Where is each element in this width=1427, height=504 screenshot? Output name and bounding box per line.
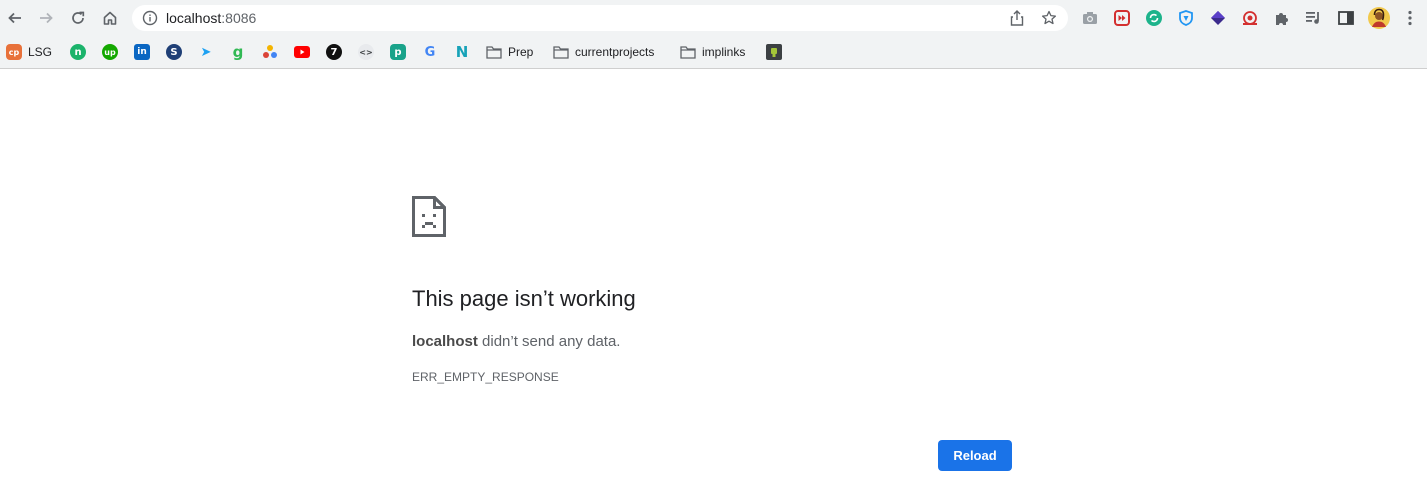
sidepanel-icon (1338, 11, 1354, 25)
dark-gem-icon (1211, 11, 1225, 25)
share-button[interactable] (1008, 9, 1026, 27)
url-port: :8086 (221, 10, 257, 26)
bookmark-upwork[interactable]: up (102, 42, 118, 62)
bookmark-linkedin[interactable]: in (134, 42, 150, 62)
n-green-icon: n (70, 44, 86, 60)
back-button[interactable] (1, 4, 29, 32)
bookmark-g-green[interactable]: g (230, 42, 246, 62)
bookmark-seven[interactable]: 7 (326, 42, 342, 62)
bookmark-google[interactable]: G (422, 42, 438, 62)
error-code: ERR_EMPTY_RESPONSE (412, 370, 559, 384)
url-host: localhost (166, 10, 222, 26)
side-panel-button[interactable] (1336, 8, 1356, 28)
target-ext-icon (1243, 11, 1257, 25)
url-text[interactable]: localhost:8086 (166, 10, 256, 26)
forward-button[interactable] (32, 4, 60, 32)
swirl-icon: S (166, 44, 182, 60)
bookmark-youtube[interactable] (294, 42, 310, 62)
bookmark-label: currentprojects (575, 45, 655, 59)
home-button[interactable] (96, 4, 124, 32)
bookmarks-bar: cp LSG n up in S ➤ g 7 <> p G N Prep cur… (0, 36, 1427, 69)
browser-menu-button[interactable] (1400, 8, 1420, 28)
upwork-icon: up (102, 44, 118, 60)
bookmark-n[interactable]: N (454, 42, 470, 62)
bookmark-lsg[interactable]: cp LSG (6, 42, 52, 62)
error-message: didn’t send any data. (477, 333, 621, 350)
n-teal-icon: N (455, 43, 469, 61)
forward-icon (40, 12, 53, 24)
bookmark-star-icon (1041, 10, 1057, 25)
code-icon: <> (358, 44, 374, 60)
linkedin-icon: in (134, 44, 150, 60)
dark-ext-button[interactable] (1208, 8, 1228, 28)
bookmark-android[interactable] (766, 42, 782, 62)
google-icon: G (424, 44, 436, 60)
bookmark-label: LSG (28, 45, 53, 59)
media-ext-icon (1114, 10, 1130, 26)
reload-button[interactable] (64, 4, 92, 32)
bookmark-folder-prep[interactable]: Prep (486, 42, 533, 62)
youtube-icon (294, 46, 310, 58)
error-host: localhost (412, 333, 478, 350)
sad-page-icon (412, 196, 446, 237)
browser-toolbar: localhost:8086 (0, 0, 1427, 36)
vpn-ext-button[interactable] (1176, 8, 1196, 28)
folder-icon (680, 46, 696, 59)
lsg-icon: cp (6, 44, 22, 60)
bookmark-star-button[interactable] (1040, 9, 1058, 27)
refresh-ext-icon (1146, 10, 1162, 26)
bookmark-code[interactable]: <> (358, 42, 374, 62)
target-ext-button[interactable] (1240, 8, 1260, 28)
avatar (1368, 7, 1390, 29)
info-icon[interactable] (142, 10, 158, 26)
extensions-button[interactable] (1272, 8, 1292, 28)
vpn-shield-icon (1179, 10, 1193, 26)
seven-icon: 7 (326, 44, 342, 60)
profile-button[interactable] (1368, 7, 1390, 29)
folder-icon (553, 46, 569, 59)
bookmark-dots[interactable] (262, 42, 278, 62)
error-description: localhost didn’t send any data. (412, 333, 620, 351)
refresh-ext-button[interactable] (1144, 8, 1164, 28)
media-queue-icon (1306, 12, 1319, 24)
address-bar[interactable]: localhost:8086 (132, 5, 1068, 31)
folder-icon (486, 46, 502, 59)
bookmark-dark-s[interactable]: S (166, 42, 182, 62)
bookmark-label: implinks (702, 45, 746, 59)
bookmark-folder-implinks[interactable]: implinks (680, 42, 745, 62)
bookmark-teal-p[interactable]: p (390, 42, 406, 62)
g-green-icon: g (232, 43, 244, 61)
puzzle-icon (1276, 13, 1288, 25)
camera-icon (1083, 12, 1097, 24)
bookmark-label: Prep (508, 45, 534, 59)
back-icon (8, 12, 21, 24)
error-title: This page isn’t working (412, 286, 636, 311)
share-icon (1010, 10, 1024, 26)
bookmark-folder-currentprojects[interactable]: currentprojects (553, 42, 654, 62)
menu-icon (1408, 10, 1412, 26)
reload-icon (72, 11, 85, 24)
bookmark-arrow[interactable]: ➤ (198, 42, 214, 62)
paper-plane-icon: ➤ (200, 44, 212, 60)
media-ext-button[interactable] (1112, 8, 1132, 28)
colored-dots-icon (263, 45, 277, 58)
reload-button[interactable]: Reload (938, 440, 1012, 471)
bookmark-icon-only[interactable]: n (70, 42, 86, 62)
android-icon (766, 44, 782, 60)
teal-p-icon: p (390, 44, 406, 60)
media-queue-button[interactable] (1304, 8, 1324, 28)
home-icon (103, 11, 117, 25)
camera-ext-button[interactable] (1080, 8, 1100, 28)
